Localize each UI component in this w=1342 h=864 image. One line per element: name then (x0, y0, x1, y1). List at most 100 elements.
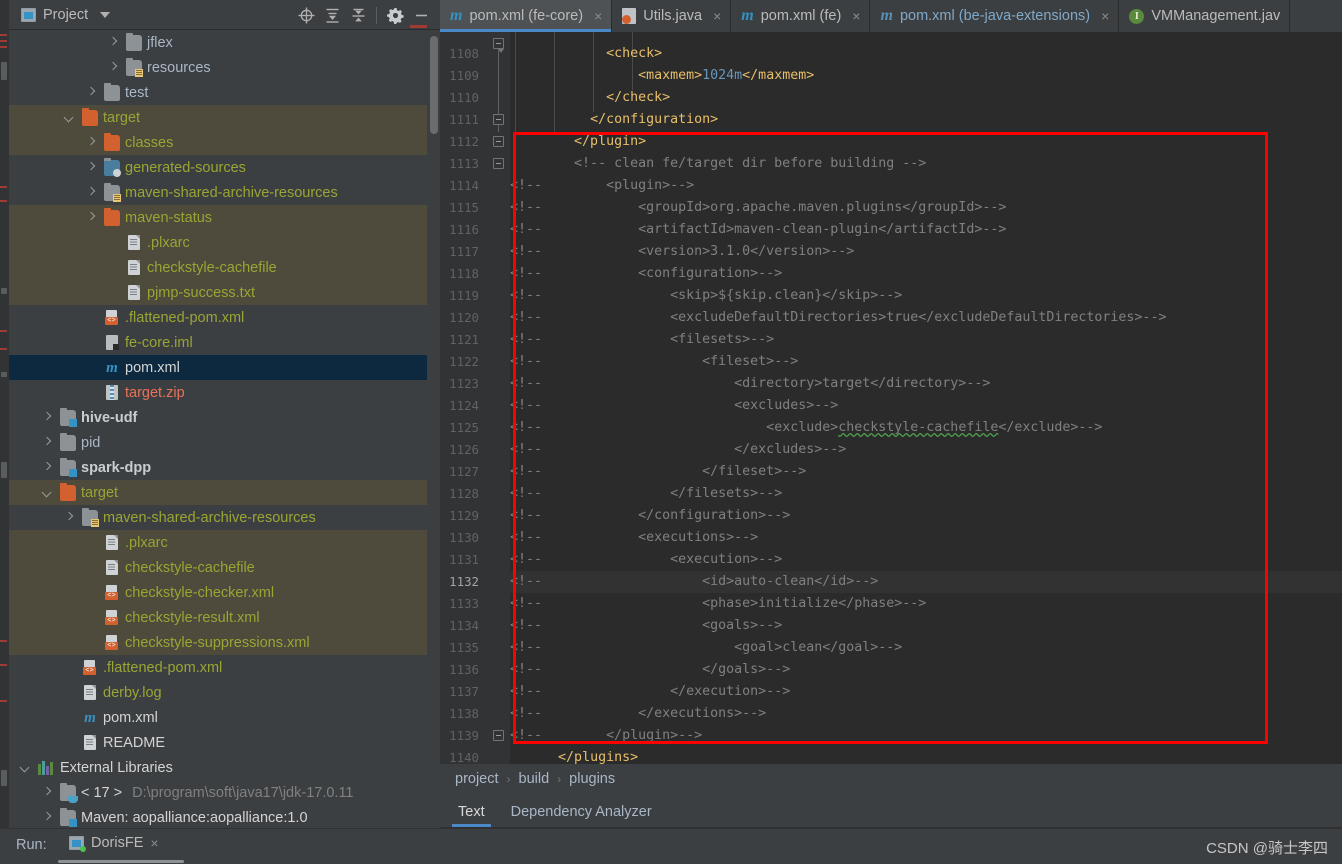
code-line[interactable]: <!-- </goals>--> (510, 659, 1342, 681)
tree-item[interactable]: target (9, 480, 440, 505)
close-tab-icon[interactable]: × (852, 8, 860, 24)
code-line[interactable]: <!-- <id>auto-clean</id>--> (510, 571, 1342, 593)
tree-item[interactable]: <> checkstyle-suppressions.xml (9, 630, 440, 655)
tree-item[interactable]: test (9, 80, 440, 105)
chevron-right-icon[interactable] (41, 786, 54, 799)
tree-item[interactable]: <> .flattened-pom.xml (9, 305, 440, 330)
chevron-down-icon[interactable] (19, 761, 32, 774)
tree-item[interactable]: .plxarc (9, 530, 440, 555)
chevron-down-icon[interactable] (41, 486, 54, 499)
code-line[interactable]: <!-- <goal>clean</goal>--> (510, 637, 1342, 659)
code-line[interactable]: <!-- </execution>--> (510, 681, 1342, 703)
tree-item[interactable]: < 17 > D:\program\soft\java17\jdk-17.0.11 (9, 780, 440, 805)
chevron-right-icon[interactable] (41, 811, 54, 824)
project-tree-scrollbar[interactable] (427, 30, 440, 828)
tree-item[interactable]: jflex (9, 30, 440, 55)
fold-marker[interactable] (493, 38, 504, 53)
code-line[interactable]: </plugin> (510, 131, 1342, 153)
breadcrumb[interactable]: project › build › plugins (440, 764, 1342, 794)
editor-tab-bar[interactable]: m pom.xml (fe-core) × Utils.java × m pom.xml (… (440, 0, 1342, 32)
code-editor[interactable]: 1108 1109 1110 1111 1112 1113 1114 1115 1116 1117… (440, 32, 1342, 764)
code-line[interactable]: <!-- <version>3.1.0</version>--> (510, 241, 1342, 263)
code-line[interactable]: <!-- </plugin>--> (510, 725, 1342, 747)
tree-item[interactable]: External Libraries (9, 755, 440, 780)
code-line[interactable]: <!-- <phase>initialize</phase>--> (510, 593, 1342, 615)
tree-item[interactable]: derby.log (9, 680, 440, 705)
code-line[interactable]: <maxmem>1024m</maxmem> (510, 65, 1342, 87)
editor-tab[interactable]: m pom.xml (be-java-extensions) × (870, 0, 1120, 32)
code-line[interactable]: <!-- <directory>target</directory>--> (510, 373, 1342, 395)
close-icon[interactable]: × (150, 835, 158, 851)
chevron-right-icon[interactable] (85, 211, 98, 224)
code-line[interactable]: <check> (510, 43, 1342, 65)
editor-view-tab[interactable]: Text (452, 804, 491, 827)
tree-item[interactable]: m pom.xml (9, 705, 440, 730)
code-line[interactable]: <!-- <execution>--> (510, 549, 1342, 571)
tree-item[interactable]: pid (9, 430, 440, 455)
breadcrumb-item[interactable]: plugins (569, 771, 615, 787)
tree-item[interactable]: .plxarc (9, 230, 440, 255)
tree-item[interactable]: checkstyle-cachefile (9, 255, 440, 280)
editor-tab[interactable]: Utils.java × (612, 0, 732, 32)
code-line[interactable]: <!-- <exclude>checkstyle-cachefile</excl… (510, 417, 1342, 439)
code-line[interactable]: <!-- <excludeDefaultDirectories>true</ex… (510, 307, 1342, 329)
chevron-right-icon[interactable] (107, 61, 120, 74)
chevron-down-icon[interactable] (63, 111, 76, 124)
fold-marker[interactable] (493, 114, 504, 125)
code-line[interactable]: <!-- <excludes>--> (510, 395, 1342, 417)
fold-marker[interactable] (493, 730, 504, 741)
code-line[interactable]: <!-- <configuration>--> (510, 263, 1342, 285)
tree-item[interactable]: classes (9, 130, 440, 155)
chevron-right-icon[interactable] (85, 161, 98, 174)
chevron-right-icon[interactable] (63, 511, 76, 524)
tree-item[interactable]: maven-shared-archive-resources (9, 180, 440, 205)
code-line[interactable]: <!-- <plugin>--> (510, 175, 1342, 197)
tree-item[interactable]: target (9, 105, 440, 130)
code-line[interactable]: <!-- <fileset>--> (510, 351, 1342, 373)
close-tab-icon[interactable]: × (594, 8, 602, 24)
code-line[interactable]: <!-- <groupId>org.apache.maven.plugins</… (510, 197, 1342, 219)
code-line[interactable]: <!-- clean fe/target dir before building… (510, 153, 1342, 175)
tree-item[interactable]: target.zip (9, 380, 440, 405)
tree-item[interactable]: fe-core.iml (9, 330, 440, 355)
tree-item[interactable]: m pom.xml (9, 355, 440, 380)
editor-tab[interactable]: I VMManagement.jav (1119, 0, 1291, 32)
close-tab-icon[interactable]: × (1101, 8, 1109, 24)
tree-item[interactable]: hive-udf (9, 405, 440, 430)
tree-item[interactable]: <> .flattened-pom.xml (9, 655, 440, 680)
run-config-tab[interactable]: DorisFE × (69, 835, 159, 852)
breadcrumb-item[interactable]: build (519, 771, 550, 787)
line-number-gutter[interactable]: 1108 1109 1110 1111 1112 1113 1114 1115 1116 1117… (440, 32, 488, 764)
editor-view-tab[interactable]: Dependency Analyzer (511, 804, 652, 827)
editor-bottom-tabs[interactable]: Text Dependency Analyzer (440, 794, 1342, 828)
chevron-right-icon[interactable] (41, 436, 54, 449)
tree-item[interactable]: maven-status (9, 205, 440, 230)
chevron-right-icon[interactable] (41, 461, 54, 474)
expand-all-icon[interactable] (319, 2, 345, 28)
code-line[interactable]: <!-- <executions>--> (510, 527, 1342, 549)
code-line[interactable]: <!-- </configuration>--> (510, 505, 1342, 527)
code-line[interactable]: <!-- </filesets>--> (510, 483, 1342, 505)
close-tab-icon[interactable]: × (713, 8, 721, 24)
locate-icon[interactable] (293, 2, 319, 28)
code-line[interactable]: </check> (510, 87, 1342, 109)
code-line[interactable]: <!-- </executions>--> (510, 703, 1342, 725)
fold-marker[interactable] (493, 136, 504, 147)
code-line[interactable]: </plugins> (510, 747, 1342, 764)
chevron-right-icon[interactable] (85, 86, 98, 99)
gear-icon[interactable] (382, 2, 408, 28)
chevron-right-icon[interactable] (41, 411, 54, 424)
tree-item[interactable]: <> checkstyle-result.xml (9, 605, 440, 630)
code-line[interactable]: <!-- </excludes>--> (510, 439, 1342, 461)
collapse-all-icon[interactable] (345, 2, 371, 28)
tree-item[interactable]: checkstyle-cachefile (9, 555, 440, 580)
tree-item[interactable]: <> checkstyle-checker.xml (9, 580, 440, 605)
tree-item[interactable]: maven-shared-archive-resources (9, 505, 440, 530)
chevron-right-icon[interactable] (85, 136, 98, 149)
editor-tab[interactable]: m pom.xml (fe) × (731, 0, 871, 32)
chevron-down-icon[interactable] (100, 11, 111, 18)
code-line[interactable]: <!-- </fileset>--> (510, 461, 1342, 483)
code-line[interactable]: <!-- <goals>--> (510, 615, 1342, 637)
tree-item[interactable]: generated-sources (9, 155, 440, 180)
tree-item[interactable]: Maven: aopalliance:aopalliance:1.0 (9, 805, 440, 828)
